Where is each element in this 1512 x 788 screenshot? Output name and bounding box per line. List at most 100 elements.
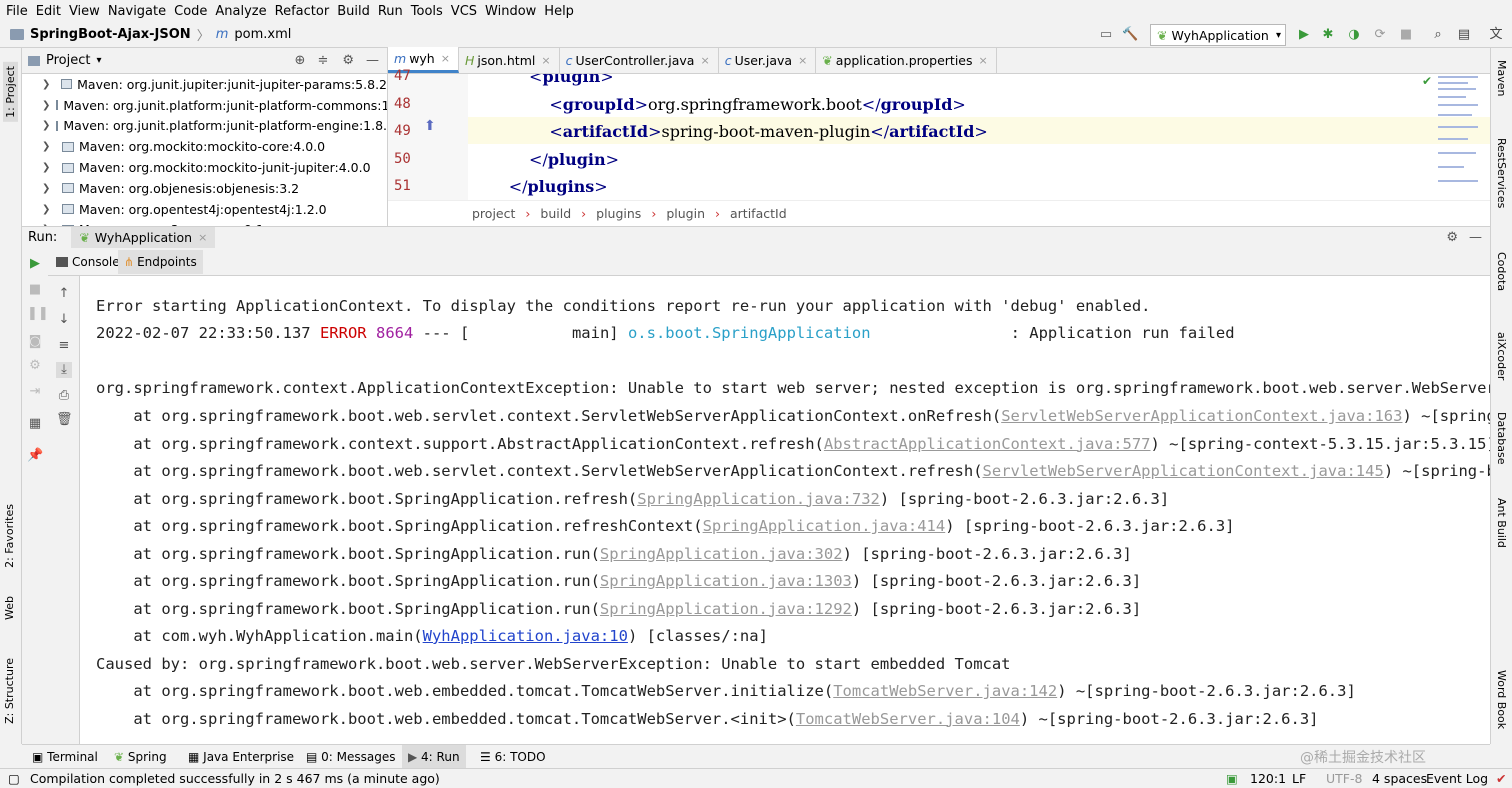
menu-item-view[interactable]: View bbox=[69, 4, 100, 19]
gear-icon[interactable]: ⚙ bbox=[342, 53, 354, 68]
tool-maven[interactable]: Maven bbox=[1495, 60, 1508, 96]
camera-icon[interactable]: ◙ bbox=[27, 334, 43, 350]
chevron-right-icon[interactable]: ❯ bbox=[42, 204, 56, 215]
menu-item-build[interactable]: Build bbox=[337, 4, 370, 19]
tool-ant-build[interactable]: Ant Build bbox=[1495, 498, 1508, 548]
tool-aixcoder[interactable]: aiXcoder bbox=[1495, 332, 1508, 380]
menu-item-navigate[interactable]: Navigate bbox=[108, 4, 166, 19]
minimize-icon[interactable]: — bbox=[1469, 230, 1482, 245]
layout-icon[interactable]: ▭ bbox=[1098, 27, 1114, 43]
tool-web[interactable]: Web bbox=[3, 596, 16, 620]
tool-java-enterprise[interactable]: ▦ Java Enterprise bbox=[188, 750, 294, 764]
status-icon[interactable]: ▢ bbox=[8, 771, 20, 786]
tree-item[interactable]: ❯ Maven: org.junit.platform:junit-platfor… bbox=[22, 95, 387, 116]
notification-icon[interactable]: ✔ bbox=[1496, 771, 1506, 786]
source-link[interactable]: SpringApplication.java:1292 bbox=[600, 600, 852, 618]
editor-tab[interactable]: c UserController.java × bbox=[560, 47, 719, 73]
minimize-icon[interactable]: — bbox=[366, 53, 379, 68]
caret-position[interactable]: 120:1 bbox=[1250, 771, 1286, 786]
menu-item-edit[interactable]: Edit bbox=[36, 4, 61, 19]
tool-project[interactable]: 1: Project bbox=[3, 62, 18, 122]
nav-file[interactable]: pom.xml bbox=[234, 27, 291, 42]
close-icon[interactable]: × bbox=[541, 54, 550, 67]
breadcrumb-item[interactable]: artifactId bbox=[730, 206, 787, 221]
tool-terminal[interactable]: ▣ Terminal bbox=[32, 750, 98, 764]
translate-icon[interactable]: 文 bbox=[1488, 27, 1504, 43]
run-icon[interactable]: ▶ bbox=[1296, 27, 1312, 43]
debug-icon[interactable]: ✱ bbox=[1320, 27, 1336, 43]
menu-item-window[interactable]: Window bbox=[485, 4, 536, 19]
scroll-to-end-icon[interactable]: ⤓ bbox=[56, 362, 72, 378]
breadcrumb-item[interactable]: project bbox=[472, 206, 515, 221]
tool-database[interactable]: Database bbox=[1495, 412, 1508, 465]
menu-item-code[interactable]: Code bbox=[174, 4, 207, 19]
close-icon[interactable]: × bbox=[198, 231, 207, 244]
chevron-right-icon[interactable]: ❯ bbox=[42, 162, 56, 173]
source-link[interactable]: SpringApplication.java:732 bbox=[637, 490, 880, 508]
source-link[interactable]: ServletWebServerApplicationContext.java:… bbox=[1001, 407, 1402, 425]
tab-console[interactable]: Console bbox=[50, 250, 126, 274]
editor-tab[interactable]: ❦ application.properties × bbox=[816, 47, 997, 73]
gear-icon[interactable]: ⚙ bbox=[27, 358, 43, 374]
stop-icon[interactable]: ■ bbox=[27, 282, 43, 298]
breadcrumb-item[interactable]: plugin bbox=[666, 206, 705, 221]
run-gutter-icon[interactable]: ⬆ bbox=[424, 118, 436, 134]
close-icon[interactable]: × bbox=[700, 54, 709, 67]
source-link[interactable]: TomcatWebServer.java:142 bbox=[833, 682, 1057, 700]
indent-setting[interactable]: 4 spaces bbox=[1372, 771, 1427, 786]
chevron-right-icon[interactable]: ❯ bbox=[42, 120, 50, 131]
tool-todo[interactable]: ☰ 6: TODO bbox=[480, 750, 546, 764]
menu-item-vcs[interactable]: VCS bbox=[451, 4, 477, 19]
coverage-icon[interactable]: ◑ bbox=[1346, 27, 1362, 43]
chevron-right-icon[interactable]: ❯ bbox=[42, 141, 56, 152]
source-link[interactable]: SpringApplication.java:302 bbox=[600, 545, 843, 563]
pin-icon[interactable]: 📌 bbox=[27, 448, 43, 464]
source-link[interactable]: SpringApplication.java:1303 bbox=[600, 572, 852, 590]
soft-wrap-icon[interactable]: ≡ bbox=[56, 338, 72, 354]
rerun-icon[interactable]: ▶ bbox=[27, 256, 43, 272]
menu-item-refactor[interactable]: Refactor bbox=[275, 4, 330, 19]
tool-spring[interactable]: ❦ Spring bbox=[114, 750, 167, 764]
tool-word-book[interactable]: Word Book bbox=[1495, 670, 1508, 729]
tool-restservices[interactable]: RestServices bbox=[1495, 138, 1508, 208]
event-log[interactable]: Event Log bbox=[1426, 771, 1488, 786]
menu-item-run[interactable]: Run bbox=[378, 4, 403, 19]
print-icon[interactable]: ⎙ bbox=[56, 388, 72, 404]
close-icon[interactable]: × bbox=[979, 54, 988, 67]
source-link[interactable]: SpringApplication.java:414 bbox=[703, 517, 946, 535]
menu-item-file[interactable]: File bbox=[6, 4, 28, 19]
breadcrumb-item[interactable]: build bbox=[540, 206, 571, 221]
console-output[interactable]: Error starting ApplicationContext. To di… bbox=[80, 276, 1490, 744]
project-panel-title[interactable]: Project bbox=[46, 53, 90, 68]
pause-icon[interactable]: ❚❚ bbox=[27, 306, 49, 322]
source-link[interactable]: TomcatWebServer.java:104 bbox=[796, 710, 1020, 728]
search-icon[interactable]: ⌕ bbox=[1430, 27, 1446, 43]
chevron-down-icon[interactable]: ▾ bbox=[96, 55, 101, 66]
profile-icon[interactable]: ⟳ bbox=[1372, 27, 1388, 43]
tool-codota[interactable]: Codota bbox=[1495, 252, 1508, 291]
menu-item-help[interactable]: Help bbox=[544, 4, 574, 19]
locate-icon[interactable]: ⊕ bbox=[295, 53, 306, 68]
source-link[interactable]: ServletWebServerApplicationContext.java:… bbox=[983, 462, 1384, 480]
gear-icon[interactable]: ⚙ bbox=[1446, 230, 1458, 245]
tree-item[interactable]: ❯ Maven: org.opentest4j:opentest4j:1.2.0 bbox=[22, 199, 387, 220]
arrow-up-icon[interactable]: ↑ bbox=[56, 286, 72, 302]
arrow-down-icon[interactable]: ↓ bbox=[56, 312, 72, 328]
tab-endpoints[interactable]: ⋔ Endpoints bbox=[118, 250, 203, 274]
menu-item-tools[interactable]: Tools bbox=[411, 4, 443, 19]
tree-item[interactable]: ❯ Maven: org.junit.jupiter:junit-jupiter-… bbox=[22, 74, 387, 95]
collapse-icon[interactable]: ≑ bbox=[317, 53, 328, 68]
exit-icon[interactable]: ⇥ bbox=[27, 384, 43, 400]
source-link[interactable]: AbstractApplicationContext.java:577 bbox=[824, 435, 1151, 453]
chevron-right-icon[interactable]: ❯ bbox=[42, 100, 50, 111]
menu-item-analyze[interactable]: Analyze bbox=[215, 4, 266, 19]
chevron-right-icon[interactable]: ❯ bbox=[42, 183, 56, 194]
editor-tab[interactable]: c User.java × bbox=[719, 47, 817, 73]
source-link[interactable]: WyhApplication.java:10 bbox=[423, 627, 628, 645]
tool-run[interactable]: ▶ 4: Run bbox=[402, 745, 466, 768]
stop-icon[interactable]: ■ bbox=[1398, 27, 1414, 43]
hammer-icon[interactable]: 🔨 bbox=[1122, 27, 1138, 43]
editor-tab[interactable]: Hjson.html × bbox=[459, 47, 560, 73]
tree-item[interactable]: ❯ Maven: org.mockito:mockito-core:4.0.0 bbox=[22, 136, 387, 157]
project-structure-icon[interactable]: ▤ bbox=[1456, 27, 1472, 43]
